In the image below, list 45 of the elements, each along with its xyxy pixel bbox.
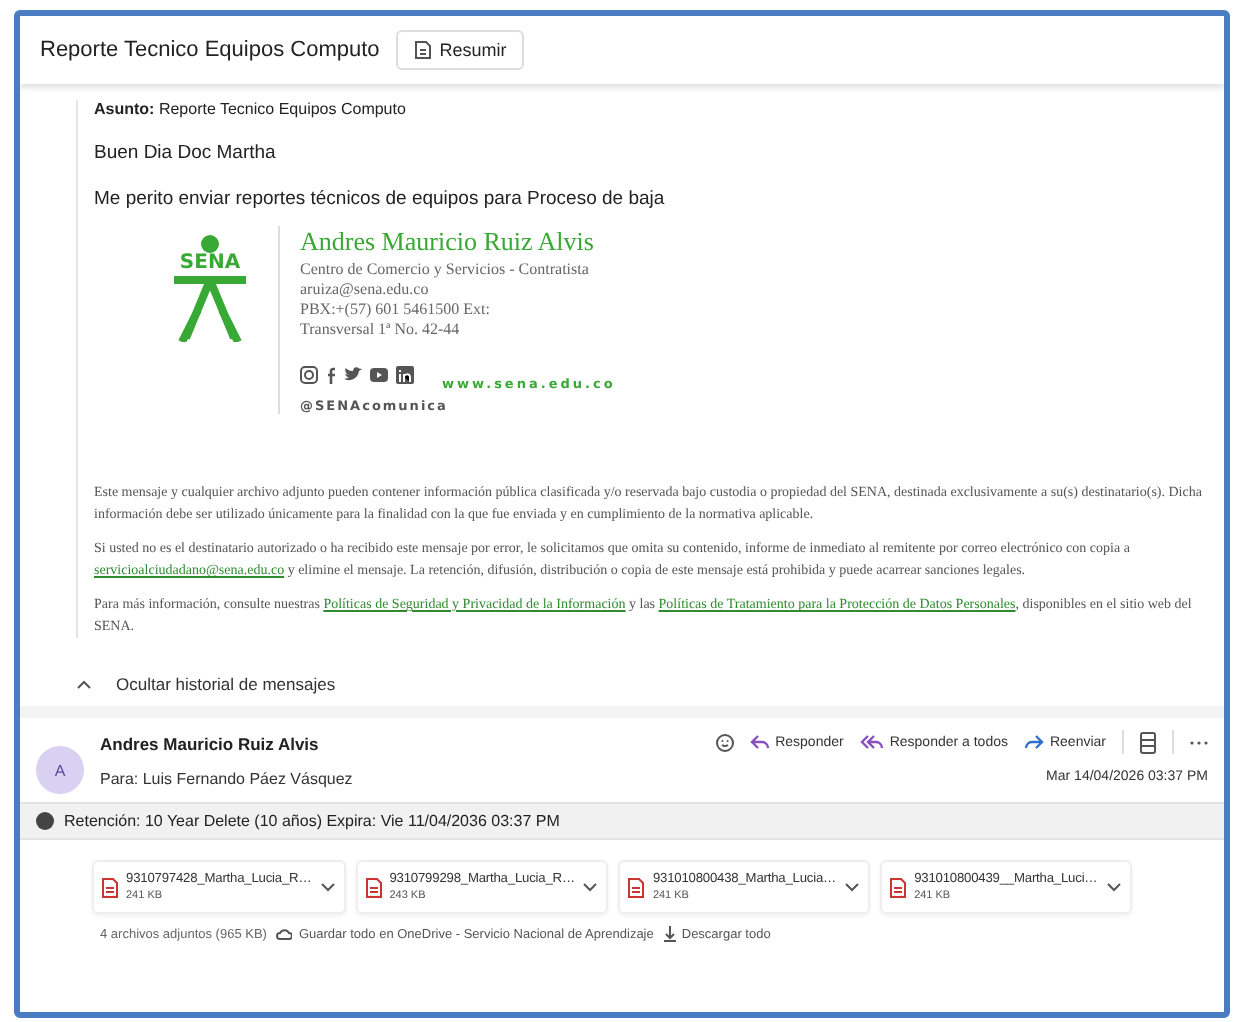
greeting-text: Buen Dia Doc Martha bbox=[94, 142, 278, 164]
signature-line: Centro de Comercio y Servicios - Contratista bbox=[300, 260, 591, 280]
chevron-down-icon bbox=[1105, 882, 1122, 892]
pdf-file-icon bbox=[628, 877, 645, 897]
chevron-down-icon bbox=[582, 882, 599, 892]
more-button[interactable] bbox=[1190, 739, 1208, 745]
signature-name: Andres Mauricio Ruiz Alvis bbox=[300, 226, 596, 258]
view-toggle-button[interactable] bbox=[1140, 731, 1156, 753]
pdf-file-icon bbox=[102, 877, 118, 897]
pdf-file-icon bbox=[890, 877, 907, 897]
subject-line: Asunto: Reporte Tecnico Equipos Computo bbox=[94, 100, 408, 118]
smiley-icon bbox=[715, 733, 734, 751]
video-play-icon bbox=[370, 367, 388, 381]
dot-icon bbox=[200, 234, 220, 254]
forward-icon bbox=[1023, 734, 1044, 750]
signature-line: Transversal 1ª No. 42-44 bbox=[300, 320, 462, 340]
retention-icon bbox=[36, 812, 54, 830]
more-icon bbox=[1190, 739, 1208, 745]
sender-name: Andres Mauricio Ruiz Alvis bbox=[100, 734, 321, 754]
summarize-button[interactable]: Resumir bbox=[395, 30, 525, 70]
history-toggle-label: Ocultar historial de mensajes bbox=[116, 674, 336, 694]
message-text: Me perito enviar reportes técnicos de equipos para Proceso de baja bbox=[94, 188, 667, 210]
retention-text: Retención: 10 Year Delete (10 años) Expira: Vie 11/04/2036 03:37 PM bbox=[64, 812, 560, 830]
logo-text: SENA bbox=[179, 254, 241, 274]
reply-all-icon bbox=[859, 734, 884, 750]
document-icon bbox=[413, 40, 432, 60]
signature-line: aruiza@sena.edu.co bbox=[300, 280, 431, 300]
logo-mark-icon bbox=[170, 274, 250, 342]
cloud-icon bbox=[276, 928, 293, 940]
history-toggle-button[interactable] bbox=[76, 677, 92, 691]
linkedin-icon bbox=[396, 365, 414, 383]
facebook-icon bbox=[326, 365, 336, 383]
chevron-down-icon bbox=[319, 882, 336, 892]
reply-icon bbox=[749, 734, 770, 750]
panel-icon bbox=[1140, 731, 1156, 753]
instagram-icon bbox=[300, 365, 318, 383]
download-icon bbox=[663, 926, 676, 942]
conversation-title: Reporte Tecnico Equipos Computo bbox=[40, 38, 380, 62]
sender-avatar: A bbox=[36, 746, 84, 794]
pdf-file-icon bbox=[365, 877, 382, 897]
chevron-down-icon bbox=[844, 882, 861, 892]
twitter-bird-icon bbox=[344, 366, 362, 382]
caret-icon bbox=[76, 677, 92, 691]
signature-line: PBX:+(57) 601 5461500 Ext: bbox=[300, 300, 492, 320]
recipient-line: Para: Luis Fernando Páez Vásquez bbox=[100, 770, 355, 788]
